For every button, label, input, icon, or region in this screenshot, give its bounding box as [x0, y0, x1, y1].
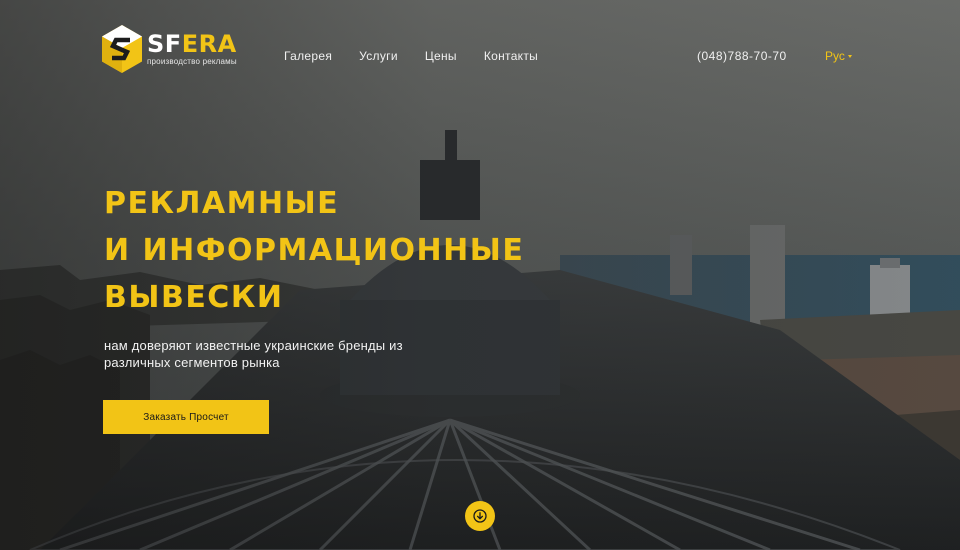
site-header: SFERA производство рекламы Галерея Услуг…: [0, 0, 960, 110]
hero-title-line-1: РЕКЛАМНЫЕ: [104, 186, 340, 221]
brand-name-prefix: SF: [147, 30, 182, 58]
main-nav: Галерея Услуги Цены Контакты: [284, 48, 538, 64]
brand-tagline: производство рекламы: [147, 57, 237, 66]
arrow-down-icon: [473, 509, 487, 523]
chevron-down-icon: [847, 55, 852, 58]
nav-item-prices[interactable]: Цены: [425, 48, 457, 64]
language-label: Рус: [825, 49, 845, 63]
order-estimate-button[interactable]: Заказать Просчет: [103, 400, 269, 434]
phone-link[interactable]: (048)788-70-70: [697, 48, 787, 64]
hero-subtitle: нам доверяют известные украинские бренды…: [104, 338, 403, 370]
brand-wordmark: SFERA производство рекламы: [147, 31, 237, 67]
hero-title-line-2: И ИНФОРМАЦИОННЫЕ: [104, 233, 525, 268]
brand-name: SFERA: [147, 31, 237, 57]
landing-page: SFERA производство рекламы Галерея Услуг…: [0, 0, 960, 550]
brand-name-suffix: ERA: [181, 30, 237, 58]
brand-logo[interactable]: SFERA производство рекламы: [101, 24, 237, 74]
hero-title-line-3: ВЫВЕСКИ: [104, 280, 284, 315]
hero-title: РЕКЛАМНЫЕ И ИНФОРМАЦИОННЫЕ ВЫВЕСКИ: [104, 180, 524, 321]
nav-item-gallery[interactable]: Галерея: [284, 48, 332, 64]
language-selector[interactable]: Рус: [825, 48, 852, 64]
sfera-logo-icon: [102, 25, 142, 73]
scroll-down-button[interactable]: [465, 501, 495, 531]
nav-item-services[interactable]: Услуги: [359, 48, 398, 64]
nav-item-contacts[interactable]: Контакты: [484, 48, 538, 64]
